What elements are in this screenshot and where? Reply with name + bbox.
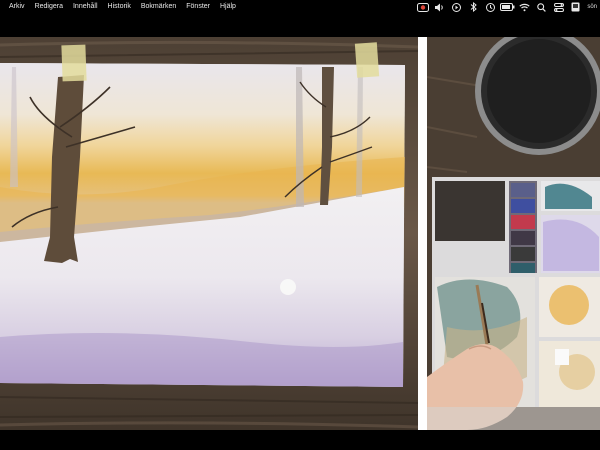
split-divider bbox=[418, 37, 427, 430]
menu-bar: Arkiv Redigera Innehåll Historik Bokmärk… bbox=[0, 0, 600, 14]
user-icon[interactable] bbox=[567, 0, 584, 14]
menubar-clock[interactable]: sön bbox=[584, 4, 600, 10]
winter-watercolor-painting bbox=[0, 37, 419, 430]
menu-list: Arkiv Redigera Innehåll Historik Bokmärk… bbox=[0, 0, 241, 14]
painting-view bbox=[0, 37, 419, 430]
volume-icon[interactable] bbox=[431, 0, 448, 14]
search-icon[interactable] bbox=[533, 0, 550, 14]
menu-redigera[interactable]: Redigera bbox=[30, 0, 68, 14]
menu-fonster[interactable]: Fönster bbox=[181, 0, 215, 14]
video-frame[interactable] bbox=[0, 37, 600, 430]
wifi-icon[interactable] bbox=[516, 0, 533, 14]
paint-palette-camera bbox=[426, 37, 600, 430]
battery-icon[interactable] bbox=[499, 0, 516, 14]
menu-bokmarken[interactable]: Bokmärken bbox=[136, 0, 181, 14]
menu-historik[interactable]: Historik bbox=[103, 0, 136, 14]
play-icon[interactable] bbox=[448, 0, 465, 14]
bluetooth-icon[interactable] bbox=[465, 0, 482, 14]
clock-icon[interactable] bbox=[482, 0, 499, 14]
palette-view bbox=[426, 37, 600, 430]
menu-innehall[interactable]: Innehåll bbox=[68, 0, 103, 14]
screen-record-icon[interactable] bbox=[414, 0, 431, 14]
menu-arkiv[interactable]: Arkiv bbox=[4, 0, 30, 14]
status-area: sön bbox=[414, 0, 600, 14]
menu-hjalp[interactable]: Hjälp bbox=[215, 0, 241, 14]
control-center-icon[interactable] bbox=[550, 0, 567, 14]
